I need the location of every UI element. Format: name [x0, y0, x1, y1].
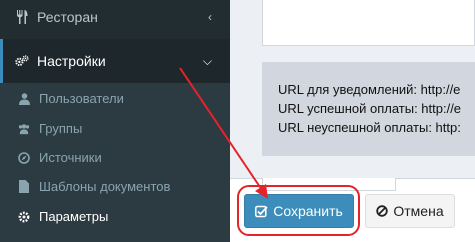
sidebar-item-restaurant[interactable]: Ресторан ‹	[0, 0, 230, 34]
users-icon	[18, 123, 30, 135]
callout-info: URL для уведомлений: http://e URL успешн…	[262, 62, 475, 156]
sidebar-subitem-label: Источники	[39, 150, 102, 165]
chevron-down-icon: ⌵	[202, 53, 212, 68]
save-button[interactable]: Сохранить	[244, 194, 354, 228]
sidebar-item-settings[interactable]: Настройки ⌵	[0, 39, 230, 83]
sidebar-item-label: Ресторан	[37, 9, 98, 25]
sidebar-subitem-label: Шаблоны документов	[39, 179, 171, 194]
notification-url-line: URL для уведомлений: http://e	[278, 82, 461, 97]
file-icon	[18, 180, 30, 193]
sidebar-subitem-parameters[interactable]: Параметры	[0, 202, 230, 231]
sidebar: Ресторан ‹ Настройки ⌵ Пользователи Груп…	[0, 0, 230, 242]
success-url-line: URL успешной оплаты: http://e	[278, 101, 462, 116]
sidebar-item-label: Настройки	[37, 53, 106, 69]
input-field-edge[interactable]	[262, 178, 396, 191]
sidebar-subitem-sources[interactable]: Источники	[0, 143, 230, 172]
cancel-button-label: Отмена	[393, 203, 444, 219]
cutlery-icon	[15, 10, 29, 24]
check-square-icon	[255, 205, 268, 218]
cancel-button[interactable]: Отмена	[365, 194, 455, 228]
save-button-label: Сохранить	[273, 203, 343, 219]
user-icon	[18, 92, 30, 105]
sidebar-subitem-groups[interactable]: Группы	[0, 114, 230, 143]
app-root: Ресторан ‹ Настройки ⌵ Пользователи Груп…	[0, 0, 475, 242]
sidebar-subitem-label: Группы	[39, 121, 83, 136]
cogs-icon	[15, 54, 29, 68]
fail-url-line: URL неуспешной оплаты: http:	[278, 120, 461, 135]
gear-icon	[18, 211, 30, 223]
text-area-box[interactable]	[262, 0, 475, 46]
sidebar-subitem-label: Пользователи	[39, 91, 124, 106]
chevron-left-icon: ‹	[208, 10, 212, 24]
sidebar-subitem-doc-templates[interactable]: Шаблоны документов	[0, 172, 230, 201]
compass-icon	[18, 151, 30, 164]
sidebar-subitem-users[interactable]: Пользователи	[0, 84, 230, 113]
sidebar-subitem-label: Параметры	[39, 209, 109, 224]
ban-icon	[376, 205, 389, 217]
